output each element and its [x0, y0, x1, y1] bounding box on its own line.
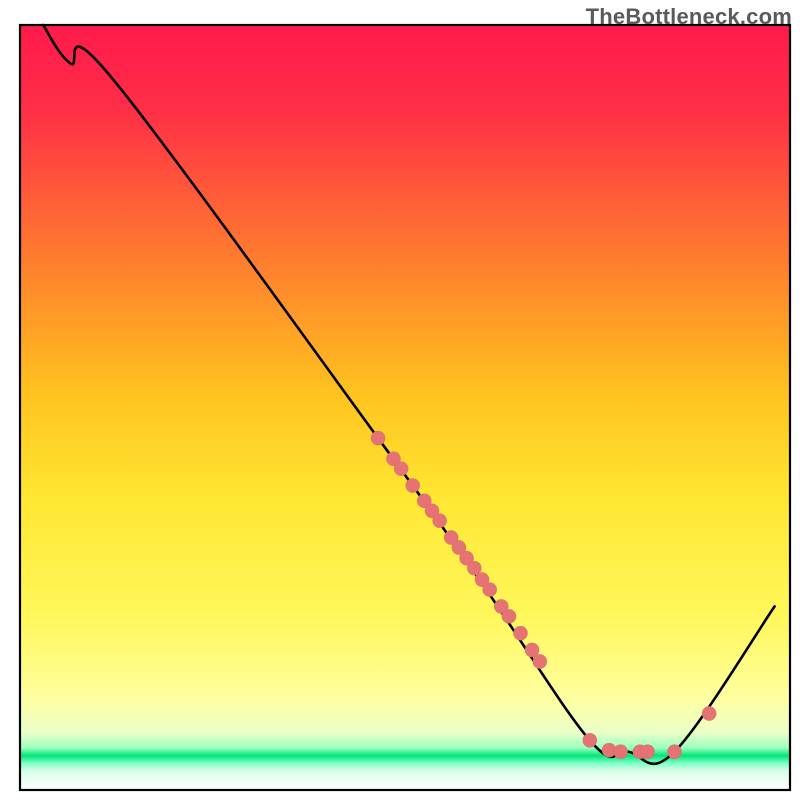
- data-dot: [613, 745, 627, 759]
- data-dot: [502, 609, 516, 623]
- data-dot: [667, 745, 681, 759]
- data-dot: [533, 654, 547, 668]
- data-dot: [583, 733, 597, 747]
- watermark-text: TheBottleneck.com: [586, 4, 792, 30]
- chart-container: TheBottleneck.com: [0, 0, 800, 800]
- data-dot: [513, 626, 527, 640]
- data-dot: [432, 514, 446, 528]
- data-dot: [640, 745, 654, 759]
- data-dot: [406, 478, 420, 492]
- data-dot: [702, 706, 716, 720]
- plot-background: [20, 25, 790, 790]
- data-dot: [394, 462, 408, 476]
- bottleneck-chart: [0, 0, 800, 800]
- data-dot: [483, 582, 497, 596]
- data-dot: [371, 431, 385, 445]
